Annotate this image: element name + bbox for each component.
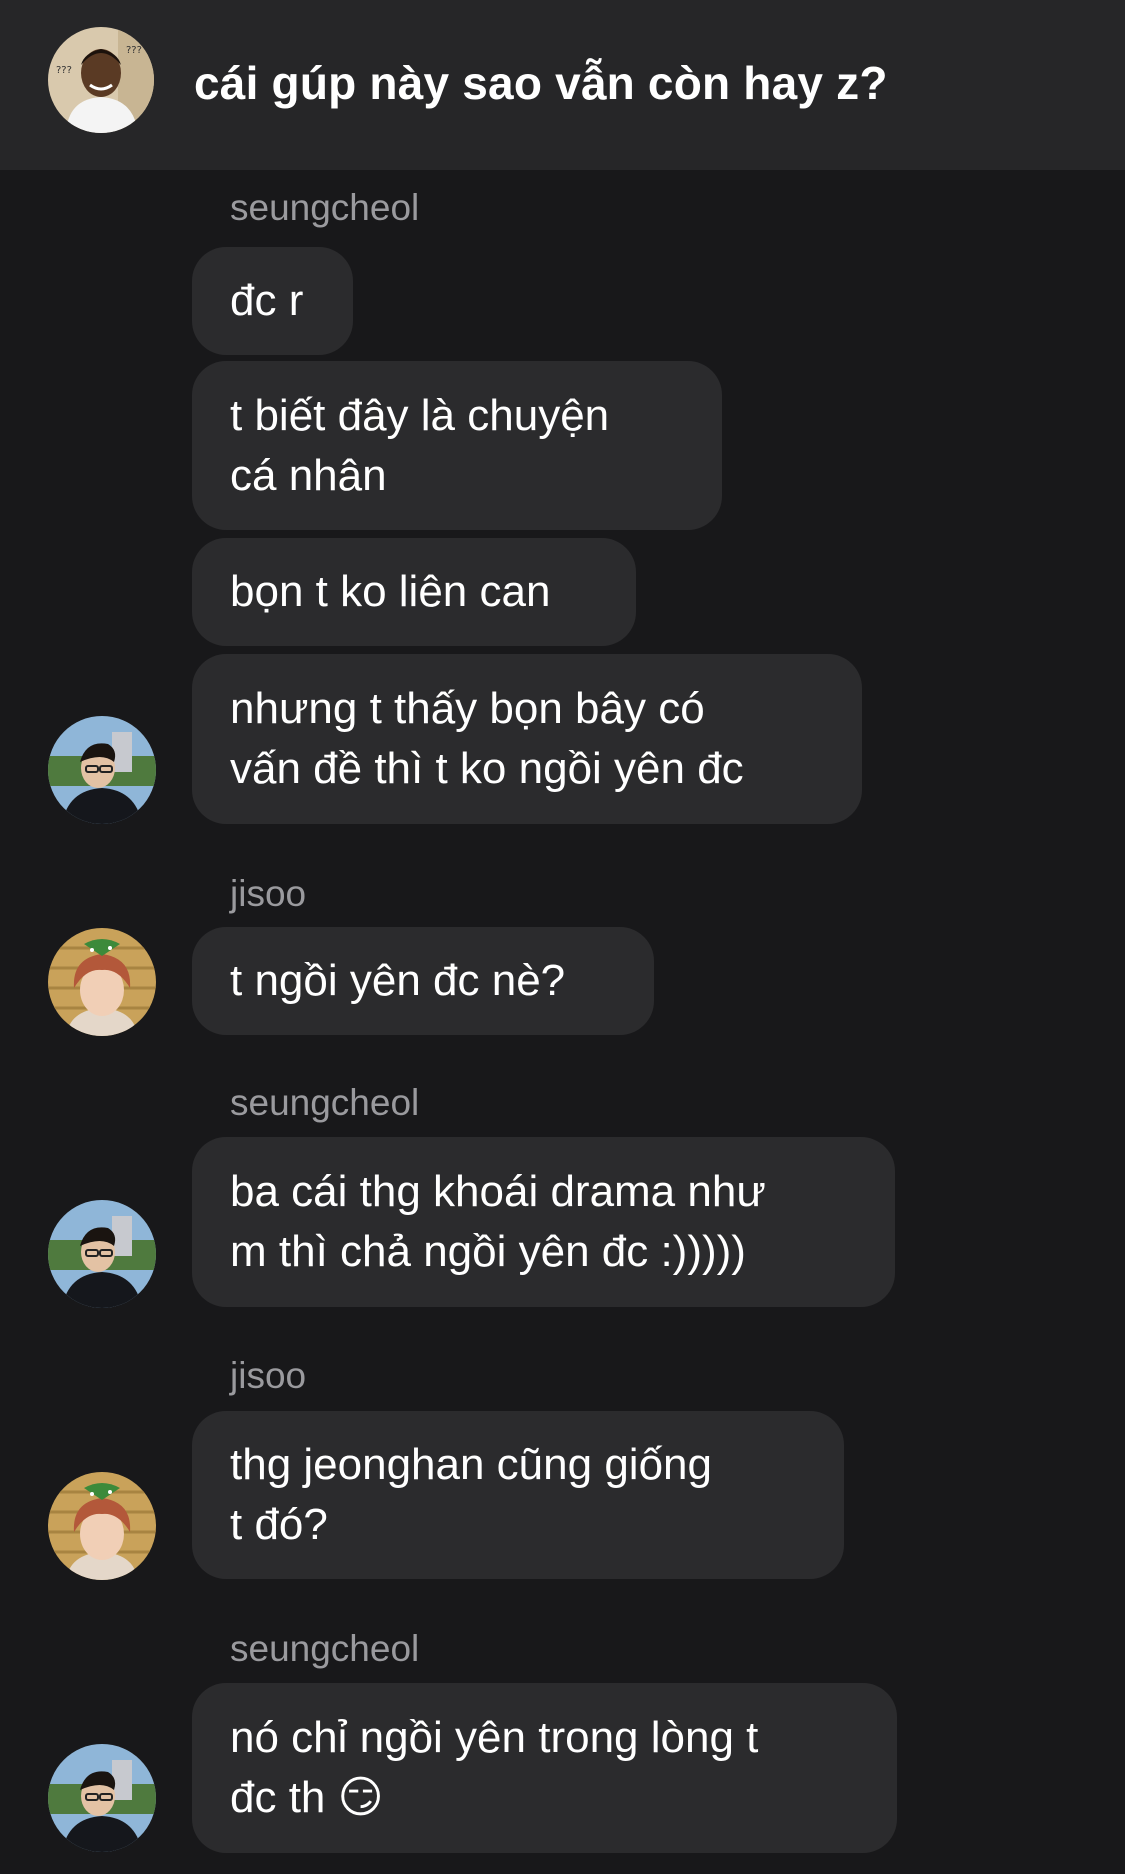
message-text: đc r [230,276,304,325]
message-bubble[interactable]: ba cái thg khoái drama như m thì chả ngồ… [192,1137,895,1307]
message-text: nó chỉ ngồi yên trong lòng t đc th 😏 [230,1713,759,1822]
message-bubble[interactable]: nhưng t thấy bọn bây có vấn đề thì t ko … [192,654,862,824]
chat-header: ??? ??? cái gúp này sao vẫn còn hay z? [0,0,1125,170]
message-text: bọn t ko liên can [230,567,551,616]
message-text: nhưng t thấy bọn bây có vấn đề thì t ko … [230,684,744,793]
sender-name: jisoo [230,873,307,914]
message-bubble[interactable]: nó chỉ ngồi yên trong lòng t đc th 😏 [192,1683,897,1853]
message-bubble[interactable]: t biết đây là chuyện cá nhân [192,361,722,530]
message-bubble[interactable]: đc r [192,247,353,355]
message-text: thg jeonghan cũng giống t đó? [230,1440,712,1549]
message-text: t ngồi yên đc nè? [230,956,566,1005]
svg-text:???: ??? [126,45,142,56]
seungcheol-avatar[interactable] [48,1200,156,1308]
message-bubble[interactable]: t ngồi yên đc nè? [192,927,654,1035]
message-text: t biết đây là chuyện cá nhân [230,390,610,500]
sender-name: seungcheol [230,1628,420,1669]
message-bubble[interactable]: bọn t ko liên can [192,538,636,646]
chat-title: cái gúp này sao vẫn còn hay z? [194,57,888,109]
svg-text:???: ??? [56,65,72,76]
sender-name: jisoo [230,1355,307,1396]
jisoo-avatar[interactable] [48,928,156,1036]
message-text: ba cái thg khoái drama như m thì chả ngồ… [230,1167,766,1276]
seungcheol-avatar[interactable] [48,716,156,824]
jisoo-avatar[interactable] [48,1472,156,1580]
sender-name: seungcheol [230,187,420,228]
seungcheol-avatar[interactable] [48,1744,156,1852]
sender-name: seungcheol [230,1082,420,1123]
message-bubble[interactable]: thg jeonghan cũng giống t đó? [192,1411,844,1579]
group-avatar-icon[interactable]: ??? ??? [48,27,154,133]
